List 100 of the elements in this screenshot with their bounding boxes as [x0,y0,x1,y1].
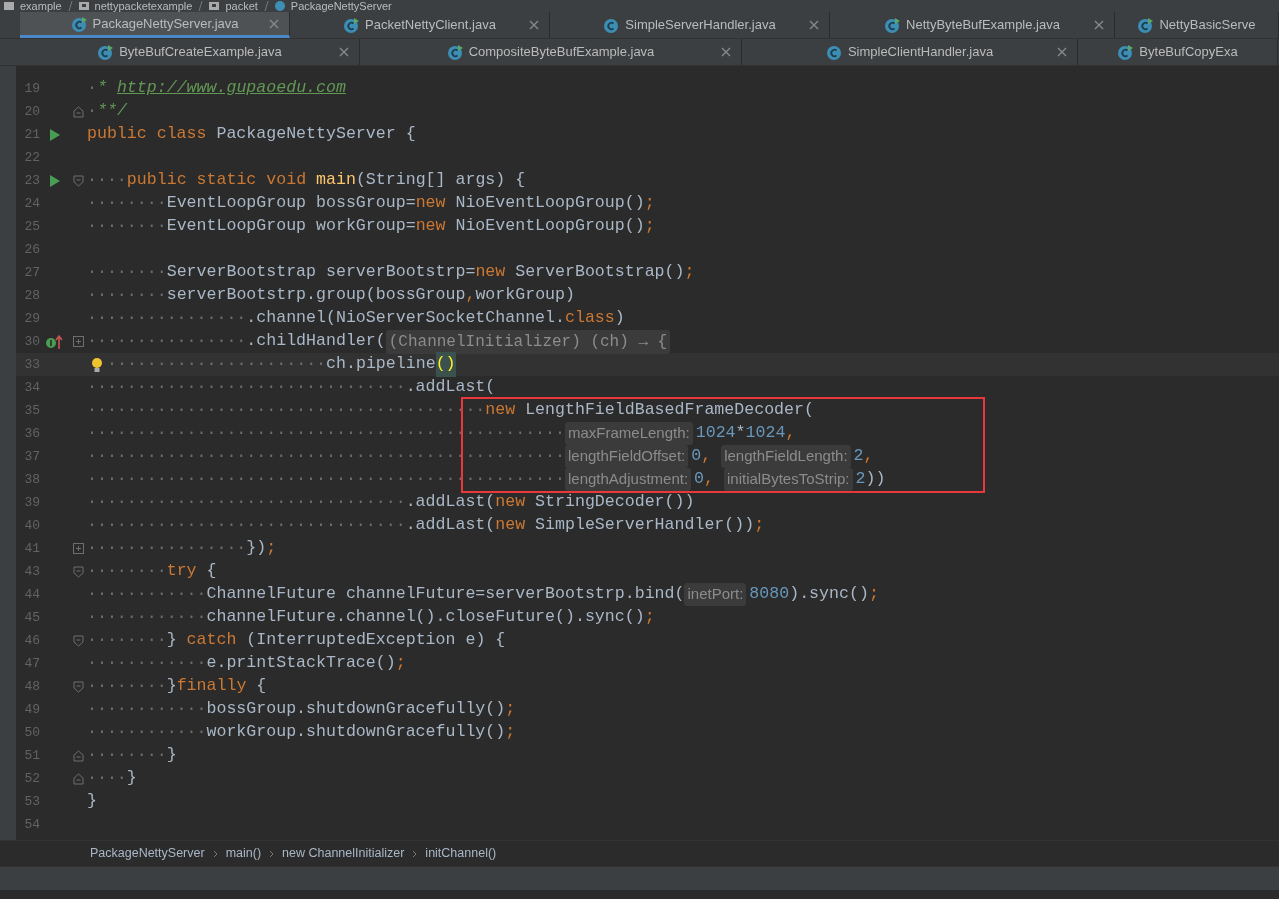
line-number: 23 [23,171,40,190]
chevron-icon [412,849,418,858]
run-icon[interactable] [49,127,61,142]
file-tab[interactable]: SimpleServerHandler.java [550,12,830,38]
code-token: EventLoopGroup bossGroup= [166,192,416,215]
code-token: (ChannelInitializer) (ch) → { [385,329,671,354]
line-number: 26 [23,240,40,259]
code-token: finally [176,675,247,698]
code-token: 1024 [745,422,786,445]
code-token: ; [266,537,277,560]
code-token: ; [868,583,879,606]
separator-icon [263,1,269,11]
code-token: public class [87,123,208,146]
code-token: } [166,744,177,767]
code-token: ; [644,215,655,238]
implements-override-icon[interactable] [46,333,64,350]
code-token: catch [186,629,237,652]
code-token: ).sync() [789,583,869,606]
expand-icon[interactable] [73,336,84,347]
code-token: ServerBootstrap serverBootstrp= [166,261,476,284]
breadcrumb-item[interactable]: new ChannelInitializer [282,844,405,863]
expand-icon[interactable] [73,543,84,554]
fold-icon[interactable] [73,772,84,785]
code-token: lengthAdjustment: [565,468,692,491]
path-item[interactable]: nettypacketexample [94,0,193,12]
code-token: NioEventLoopGroup() [454,215,645,238]
line-number: 46 [23,631,40,650]
fold-icon[interactable] [73,565,84,578]
fold-icon[interactable] [73,105,84,118]
breadcrumb-item[interactable]: initChannel() [425,844,497,863]
whitespace-dots: ································ [87,491,406,514]
file-tab[interactable]: ByteBufCreateExample.java [20,39,360,65]
code-token: .channel(NioServerSocketChannel. [246,307,565,330]
line-number: 51 [23,746,40,765]
code-token: ; [754,514,765,537]
whitespace-dots: ········ [87,215,167,238]
file-tab[interactable]: ByteBufCopyExa [1078,39,1278,65]
line-number: 53 [23,792,40,811]
code-token: ; [644,192,655,215]
line-number: 22 [23,148,40,167]
file-tab[interactable]: SimpleClientHandler.java [742,39,1078,65]
path-item[interactable]: PackageNettyServer [290,0,392,12]
separator-icon [198,1,204,11]
path-item[interactable]: packet [225,0,258,12]
code-token: ; [505,721,516,744]
line-number: 43 [23,562,40,581]
code-token: **/ [96,100,127,123]
line-number: 45 [23,608,40,627]
line-number: 52 [23,769,40,788]
file-tab[interactable]: NettyByteBufExample.java [830,12,1115,38]
separator-icon [67,1,73,11]
fold-icon[interactable] [73,634,84,647]
line-number: 35 [23,401,40,420]
fold-icon[interactable] [73,174,84,187]
breadcrumb-item[interactable]: PackageNettyServer [90,844,205,863]
whitespace-dots: ········ [87,261,167,284]
lightbulb-icon[interactable] [91,356,103,373]
line-number: 27 [23,263,40,282]
file-tab[interactable]: CompositeByteBufExample.java [360,39,742,65]
run-icon[interactable] [49,173,61,188]
file-tab[interactable]: PackageNettyServer.java [20,12,290,38]
line-number: 50 [23,723,40,742]
path-item[interactable]: example [20,0,62,12]
code-token: serverBootstrp.group(bossGroup [166,284,466,307]
close-icon[interactable] [721,47,731,57]
fold-icon[interactable] [73,749,84,762]
close-icon[interactable] [339,47,349,57]
code-token: , [465,284,476,307]
code-token: new [415,192,446,215]
line-number: 19 [23,79,40,98]
line-number: 40 [23,516,40,535]
line-number: 30 [23,332,40,351]
close-icon[interactable] [809,20,819,30]
whitespace-dots: ············ [87,606,207,629]
close-icon[interactable] [1057,47,1067,57]
code-token: 1024 [695,422,736,445]
close-icon[interactable] [269,18,279,29]
whitespace-dots: ········ [87,560,167,583]
code-token: () [435,352,456,377]
code-token: { [255,675,267,698]
code-token: ChannelFuture channelFuture=serverBootstrp.bind( [206,583,685,606]
code-token: new [475,261,506,284]
breadcrumb-item[interactable]: main() [225,844,262,863]
fold-icon[interactable] [73,680,84,693]
code-token: http://www.gupaoedu.com [116,77,346,100]
code-token: , [863,445,874,468]
close-icon[interactable] [529,20,539,30]
code-token: new [485,399,516,422]
whitespace-dots: ································ [87,376,406,399]
code-token: (String[] args) { [355,169,526,192]
whitespace-dots: ········ [87,675,167,698]
file-tab[interactable]: NettyBasicServe [1115,12,1279,38]
whitespace-dots: ···· [87,169,127,192]
code-token: workGroup.shutdownGracefully() [206,721,506,744]
code-token: ServerBootstrap() [514,261,685,284]
code-token: * [735,422,746,445]
close-icon[interactable] [1094,20,1104,30]
whitespace-dots: ············ [87,583,207,606]
file-tab[interactable]: PacketNettyClient.java [290,12,550,38]
code-token: inetPort: [684,583,747,606]
